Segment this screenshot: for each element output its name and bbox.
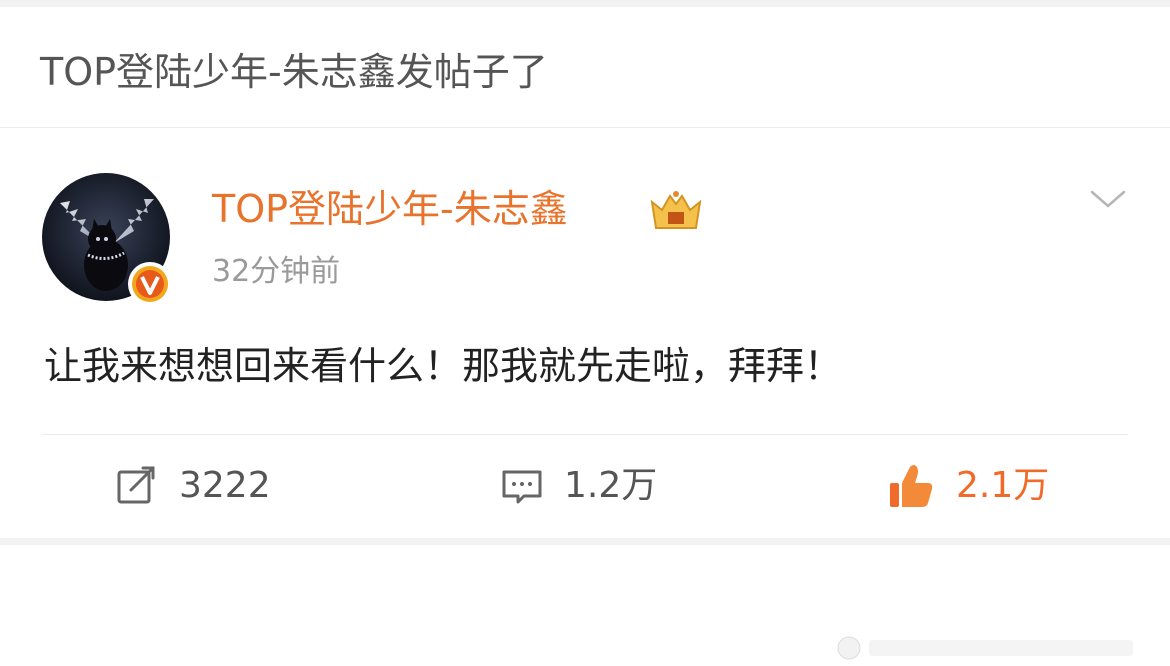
bottom-strip: [0, 538, 1170, 545]
repost-count: 3222: [179, 465, 271, 506]
divider: [42, 434, 1128, 435]
crown-member-icon[interactable]: [648, 188, 704, 236]
page-header: TOP登陆少年-朱志鑫发帖子了: [0, 7, 1170, 128]
thumbs-up-icon: [890, 465, 933, 507]
watermark: [835, 634, 1135, 666]
repost-icon: [117, 466, 155, 504]
verified-v-icon: [128, 262, 172, 306]
chevron-down-icon[interactable]: [1088, 186, 1128, 216]
like-count: 2.1万: [956, 465, 1050, 506]
post-timestamp: 32分钟前: [212, 254, 341, 289]
comment-button[interactable]: 1.2万: [500, 460, 657, 512]
post-text: 让我来想想回来看什么！那我就先走啦，拜拜！: [44, 344, 843, 388]
top-strip: [0, 0, 1170, 7]
page-title: TOP登陆少年-朱志鑫发帖子了: [40, 50, 548, 94]
post-card: TOP登陆少年-朱志鑫 32分钟前 让我来想想回来看什么！那我就先走啦，拜拜！ …: [0, 128, 1170, 660]
like-button[interactable]: 2.1万: [886, 460, 1049, 512]
comment-count: 1.2万: [564, 465, 658, 506]
repost-button[interactable]: 3222: [115, 460, 271, 512]
author-name[interactable]: TOP登陆少年-朱志鑫: [212, 184, 568, 234]
comment-icon: [502, 470, 542, 504]
